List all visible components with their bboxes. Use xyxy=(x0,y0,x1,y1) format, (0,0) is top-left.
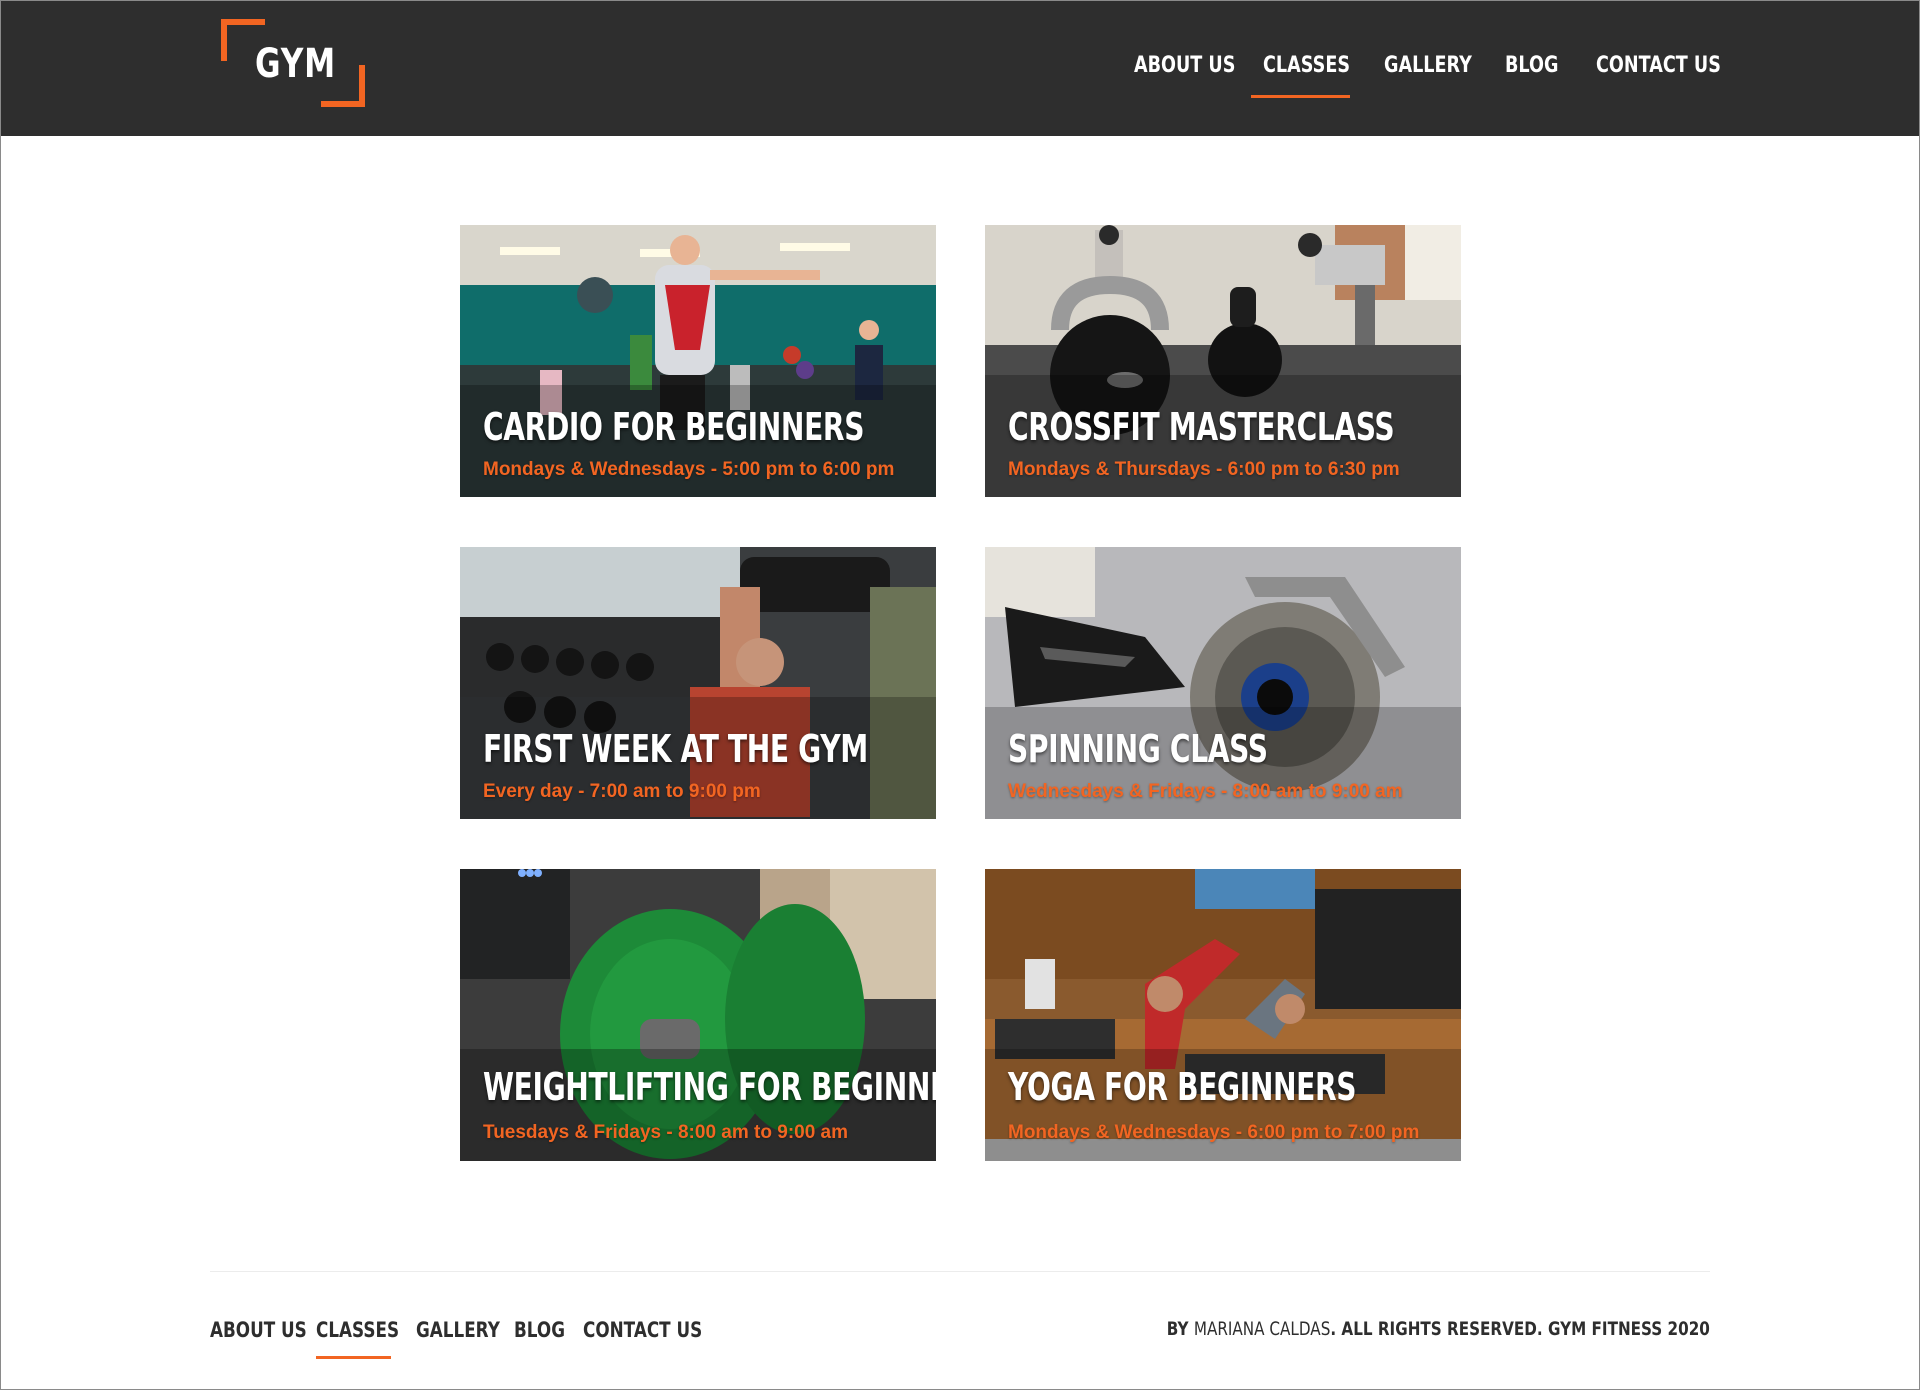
cardio-class-photo xyxy=(460,225,936,497)
page-frame xyxy=(0,0,1920,1390)
footer-nav-classes[interactable]: CLASSES xyxy=(316,1318,399,1342)
class-schedule: Mondays & Wednesdays - 6:00 pm to 7:00 p… xyxy=(1008,1122,1420,1143)
class-card-first-week[interactable]: FIRST WEEK AT THE GYM Every day - 7:00 a… xyxy=(460,547,936,819)
nav-active-indicator xyxy=(1251,95,1350,98)
credit-suffix: . ALL RIGHTS RESERVED. GYM FITNESS 2020 xyxy=(1330,1318,1711,1340)
footer-nav-blog[interactable]: BLOG xyxy=(514,1318,565,1342)
spinning-class-photo xyxy=(985,547,1461,819)
class-title: CROSSFIT MASTERCLASS xyxy=(1008,405,1395,449)
gym-logo[interactable]: GYM xyxy=(221,19,365,107)
class-title: YOGA FOR BEGINNERS xyxy=(1008,1065,1357,1109)
site-header: GYM ABOUT US CLASSES GALLERY BLOG CONTAC… xyxy=(1,1,1919,136)
class-schedule: Mondays & Thursdays - 6:00 pm to 6:30 pm xyxy=(1008,459,1400,480)
nav-classes[interactable]: CLASSES xyxy=(1263,53,1350,78)
nav-gallery[interactable]: GALLERY xyxy=(1384,53,1472,78)
class-card-weightlifting[interactable]: WEIGHTLIFTING FOR BEGINNERS Tuesdays & F… xyxy=(460,869,936,1161)
footer-credit: BY MARIANA CALDAS. ALL RIGHTS RESERVED. … xyxy=(1167,1318,1710,1340)
class-title: CARDIO FOR BEGINNERS xyxy=(483,405,865,449)
credit-author: MARIANA CALDAS xyxy=(1193,1318,1331,1340)
nav-about-us[interactable]: ABOUT US xyxy=(1134,53,1235,78)
class-card-yoga[interactable]: YOGA FOR BEGINNERS Mondays & Wednesdays … xyxy=(985,869,1461,1161)
weightlifting-class-photo xyxy=(460,869,936,1161)
crossfit-class-photo xyxy=(985,225,1461,497)
class-title: WEIGHTLIFTING FOR BEGINNERS xyxy=(483,1065,936,1109)
class-title: FIRST WEEK AT THE GYM xyxy=(483,727,868,771)
credit-prefix: BY xyxy=(1166,1318,1189,1340)
class-card-cardio[interactable]: CARDIO FOR BEGINNERS Mondays & Wednesday… xyxy=(460,225,936,497)
footer-nav-about-us[interactable]: ABOUT US xyxy=(210,1318,307,1342)
footer-nav-contact-us[interactable]: CONTACT US xyxy=(583,1318,702,1342)
class-schedule: Tuesdays & Fridays - 8:00 am to 9:00 am xyxy=(483,1122,849,1143)
class-card-crossfit[interactable]: CROSSFIT MASTERCLASS Mondays & Thursdays… xyxy=(985,225,1461,497)
class-schedule: Mondays & Wednesdays - 5:00 pm to 6:00 p… xyxy=(483,459,895,480)
logo-text: GYM xyxy=(255,41,336,87)
nav-contact-us[interactable]: CONTACT US xyxy=(1596,53,1721,78)
footer-active-indicator xyxy=(316,1356,391,1359)
footer-divider xyxy=(210,1271,1710,1272)
yoga-class-photo xyxy=(985,869,1461,1161)
class-title: SPINNING CLASS xyxy=(1008,727,1268,771)
footer-nav-gallery[interactable]: GALLERY xyxy=(416,1318,500,1342)
class-schedule: Wednesdays & Fridays - 8:00 am to 9:00 a… xyxy=(1008,781,1403,802)
nav-blog[interactable]: BLOG xyxy=(1505,53,1558,78)
class-card-spinning[interactable]: SPINNING CLASS Wednesdays & Fridays - 8:… xyxy=(985,547,1461,819)
first-week-class-photo xyxy=(460,547,936,819)
class-schedule: Every day - 7:00 am to 9:00 pm xyxy=(483,781,761,802)
